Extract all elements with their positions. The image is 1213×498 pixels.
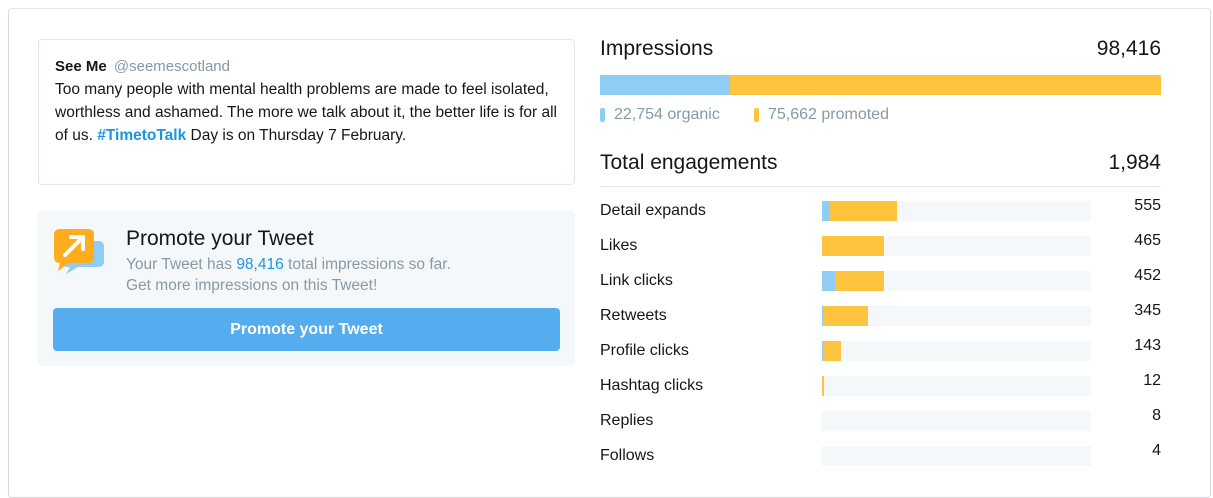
engagement-value: 143 (1134, 337, 1161, 355)
promote-tweet-button[interactable]: Promote your Tweet (53, 308, 560, 351)
engagement-bar-track (822, 341, 1091, 361)
engagement-row: Follows 4 (600, 444, 1161, 468)
promote-arrow-icon (52, 227, 106, 275)
tweet-hashtag-link[interactable]: #TimetoTalk (97, 127, 186, 144)
promote-title: Promote your Tweet (126, 227, 314, 251)
impressions-organic-segment (600, 75, 730, 95)
impressions-bar (600, 75, 1161, 95)
promoted-legend-text: 75,662 promoted (768, 106, 889, 124)
tweet-card: See Me @seemescotland Too many people wi… (38, 39, 575, 185)
engagement-label: Profile clicks (600, 342, 689, 360)
engagement-row: Profile clicks 143 (600, 339, 1161, 363)
engagement-value: 8 (1152, 407, 1161, 425)
promote-line-1: Your Tweet has 98,416 total impressions … (126, 254, 566, 275)
engagement-label: Retweets (600, 307, 667, 325)
engagement-value: 452 (1134, 267, 1161, 285)
engagements-divider (600, 186, 1161, 187)
promote-card: Promote your Tweet Your Tweet has 98,416… (38, 211, 575, 366)
engagement-label: Replies (600, 412, 653, 430)
engagement-value: 345 (1134, 302, 1161, 320)
tweet-author-handle[interactable]: @seemescotland (114, 58, 230, 75)
impressions-value: 98,416 (1097, 37, 1161, 61)
promoted-swatch (754, 108, 759, 122)
promote-line-1-end: total impressions so far. (284, 256, 451, 273)
engagement-bar-track (822, 306, 1091, 326)
engagement-row: Hashtag clicks 12 (600, 374, 1161, 398)
legend-promoted: 75,662 promoted (754, 106, 889, 124)
tweet-text-end: Day is on Thursday 7 February. (186, 127, 406, 144)
engagement-label: Detail expands (600, 202, 706, 220)
engagement-bar-promoted (835, 271, 884, 291)
engagement-bar-promoted (823, 341, 841, 361)
promote-description: Your Tweet has 98,416 total impressions … (126, 254, 566, 296)
impressions-promoted-segment (730, 75, 1161, 95)
engagement-bar-track (822, 376, 1091, 396)
tweet-text: Too many people with mental health probl… (55, 78, 558, 147)
engagement-bar-track (822, 446, 1091, 466)
engagement-bar-promoted (823, 306, 868, 326)
engagement-row: Replies 8 (600, 409, 1161, 433)
engagement-value: 555 (1134, 197, 1161, 215)
engagement-bar-track (822, 236, 1091, 256)
engagement-bar-organic (822, 271, 835, 291)
engagement-row: Detail expands 555 (600, 199, 1161, 223)
engagement-label: Hashtag clicks (600, 377, 703, 395)
organic-swatch (600, 108, 605, 122)
tweet-author-name[interactable]: See Me (55, 58, 107, 75)
engagement-bar-promoted (822, 376, 824, 396)
engagement-bar-organic (822, 201, 830, 221)
engagement-bar-track (822, 201, 1091, 221)
engagement-bar-track (822, 411, 1091, 431)
engagement-bar-track (822, 271, 1091, 291)
total-engagements-value: 1,984 (1108, 151, 1161, 175)
engagement-row: Retweets 345 (600, 304, 1161, 328)
promote-line-2: Get more impressions on this Tweet! (126, 275, 566, 296)
engagement-label: Follows (600, 447, 654, 465)
tweet-header: See Me @seemescotland (55, 57, 558, 77)
promote-impressions-count: 98,416 (236, 256, 283, 273)
impressions-label: Impressions (600, 37, 713, 61)
engagement-bar-promoted (830, 201, 897, 221)
engagement-value: 465 (1134, 232, 1161, 250)
engagement-label: Link clicks (600, 272, 673, 290)
promote-line-1-start: Your Tweet has (126, 256, 236, 273)
organic-legend-text: 22,754 organic (614, 106, 720, 124)
engagement-value: 12 (1143, 372, 1161, 390)
legend-organic: 22,754 organic (600, 106, 720, 124)
engagement-row: Likes 465 (600, 234, 1161, 258)
total-engagements-label: Total engagements (600, 151, 777, 175)
engagement-value: 4 (1152, 442, 1161, 460)
engagement-label: Likes (600, 237, 637, 255)
engagement-row: Link clicks 452 (600, 269, 1161, 293)
engagement-bar-promoted (822, 236, 884, 256)
